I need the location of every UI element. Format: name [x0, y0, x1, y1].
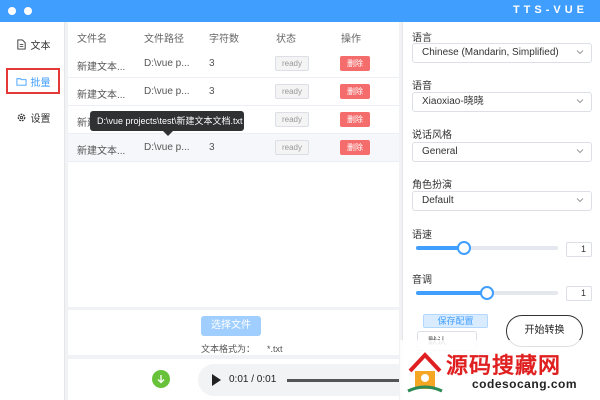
download-button[interactable] — [152, 370, 170, 388]
app-title: TTS-VUE — [512, 4, 588, 16]
status-badge: ready — [275, 84, 309, 99]
role-label: 角色扮演 — [412, 180, 452, 191]
title-bar: TTS-VUE — [0, 0, 600, 22]
delete-button[interactable]: 删除 — [340, 140, 370, 155]
role-value: Default — [422, 195, 454, 206]
column-header-action[interactable]: 操作 — [341, 30, 361, 45]
chevron-down-icon — [576, 198, 584, 203]
watermark-title: 源码搜藏网 — [446, 354, 562, 379]
pitch-label: 音调 — [412, 275, 432, 286]
select-file-button[interactable]: 选择文件 — [201, 316, 261, 336]
char-count-cell: 3 — [209, 142, 215, 153]
role-select[interactable]: Default — [412, 191, 592, 211]
speed-label: 语速 — [412, 230, 432, 241]
sidebar-item-batch[interactable]: 批量 — [6, 68, 60, 94]
audio-time: 0:01 / 0:01 — [229, 374, 277, 385]
sidebar-item-label: 文本 — [30, 40, 51, 52]
download-icon — [157, 375, 165, 384]
voice-select[interactable]: Xiaoxiao-晓晓 — [412, 92, 592, 112]
voice-label: 语音 — [412, 81, 432, 92]
status-badge: ready — [275, 56, 309, 71]
sidebar-item-text[interactable]: 文本 — [6, 31, 60, 57]
pitch-slider-fill — [416, 291, 487, 295]
gear-icon — [17, 113, 25, 121]
document-icon — [16, 38, 26, 50]
player-bar: 0:01 / 0:01 — [68, 359, 399, 400]
tooltip-arrow — [163, 131, 173, 136]
play-icon[interactable] — [212, 374, 221, 386]
folder-icon — [15, 77, 27, 86]
watermark-url: codesocang.com — [472, 377, 578, 391]
pitch-slider[interactable] — [416, 286, 558, 300]
sidebar-item-label: 批量 — [30, 77, 51, 89]
file-format-hint: 文本格式为： *.txt — [201, 342, 283, 355]
language-select[interactable]: Chinese (Mandarin, Simplified) — [412, 43, 592, 63]
save-config-button[interactable]: 保存配置 — [423, 314, 488, 328]
file-path-cell: D:\vue p... — [144, 142, 190, 153]
file-name-cell: 新建文本... — [77, 146, 126, 157]
audio-player: 0:01 / 0:01 — [198, 364, 399, 396]
sidebar: 文本 批量 设置 — [0, 22, 65, 400]
column-header-name[interactable]: 文件名 — [77, 30, 107, 45]
house-logo-icon — [407, 352, 443, 393]
pitch-input[interactable]: 1 — [566, 286, 592, 301]
style-label: 说话风格 — [412, 130, 452, 141]
minimize-window-icon[interactable] — [24, 7, 32, 15]
language-label: 语言 — [412, 33, 432, 44]
column-header-status[interactable]: 状态 — [276, 30, 296, 45]
language-value: Chinese (Mandarin, Simplified) — [422, 47, 559, 58]
file-name-cell: 新建文本... — [77, 90, 126, 101]
speed-input[interactable]: 1 — [566, 242, 592, 257]
status-badge: ready — [275, 140, 309, 155]
format-hint-label: 文本格式为： — [201, 344, 256, 354]
table-row[interactable]: 新建文本... D:\vue p... 3 ready 删除 — [68, 50, 399, 78]
delete-button[interactable]: 删除 — [340, 56, 370, 71]
char-count-cell: 3 — [209, 58, 215, 69]
pitch-slider-thumb[interactable] — [480, 286, 494, 300]
column-header-path[interactable]: 文件路径 — [144, 30, 184, 45]
upload-panel: 选择文件 文本格式为： *.txt — [68, 310, 399, 355]
sidebar-item-settings[interactable]: 设置 — [6, 104, 60, 130]
sidebar-item-label: 设置 — [30, 113, 51, 125]
speed-slider-thumb[interactable] — [457, 241, 472, 255]
speed-slider[interactable] — [416, 241, 558, 255]
path-tooltip: D:\vue projects\test\新建文本文档.txt — [90, 111, 244, 131]
file-path-cell: D:\vue p... — [144, 58, 190, 69]
delete-button[interactable]: 删除 — [340, 84, 370, 99]
chevron-down-icon — [576, 149, 584, 154]
delete-button[interactable]: 删除 — [340, 112, 370, 127]
file-path-cell: D:\vue p... — [144, 86, 190, 97]
status-badge: ready — [275, 112, 309, 127]
column-header-chars[interactable]: 字符数 — [209, 30, 239, 45]
table-row[interactable]: 新建文本... D:\vue p... 3 ready 删除 — [68, 78, 399, 106]
close-window-icon[interactable] — [8, 7, 16, 15]
watermark: 源码搜藏网 codesocang.com — [400, 340, 600, 400]
chevron-down-icon — [576, 99, 584, 104]
chevron-down-icon — [576, 50, 584, 55]
format-hint-value: *.txt — [267, 344, 283, 354]
audio-progress-bar[interactable] — [287, 379, 399, 382]
file-name-cell: 新建文本... — [77, 62, 126, 73]
style-select[interactable]: General — [412, 142, 592, 162]
char-count-cell: 3 — [209, 86, 215, 97]
table-row[interactable]: 新建文本... D:\vue p... 3 ready 删除 — [68, 134, 399, 162]
voice-value: Xiaoxiao-晓晓 — [422, 96, 484, 107]
style-value: General — [422, 146, 458, 157]
file-table: 文件名 文件路径 字符数 状态 操作 新建文本... D:\vue p... 3… — [68, 22, 399, 307]
